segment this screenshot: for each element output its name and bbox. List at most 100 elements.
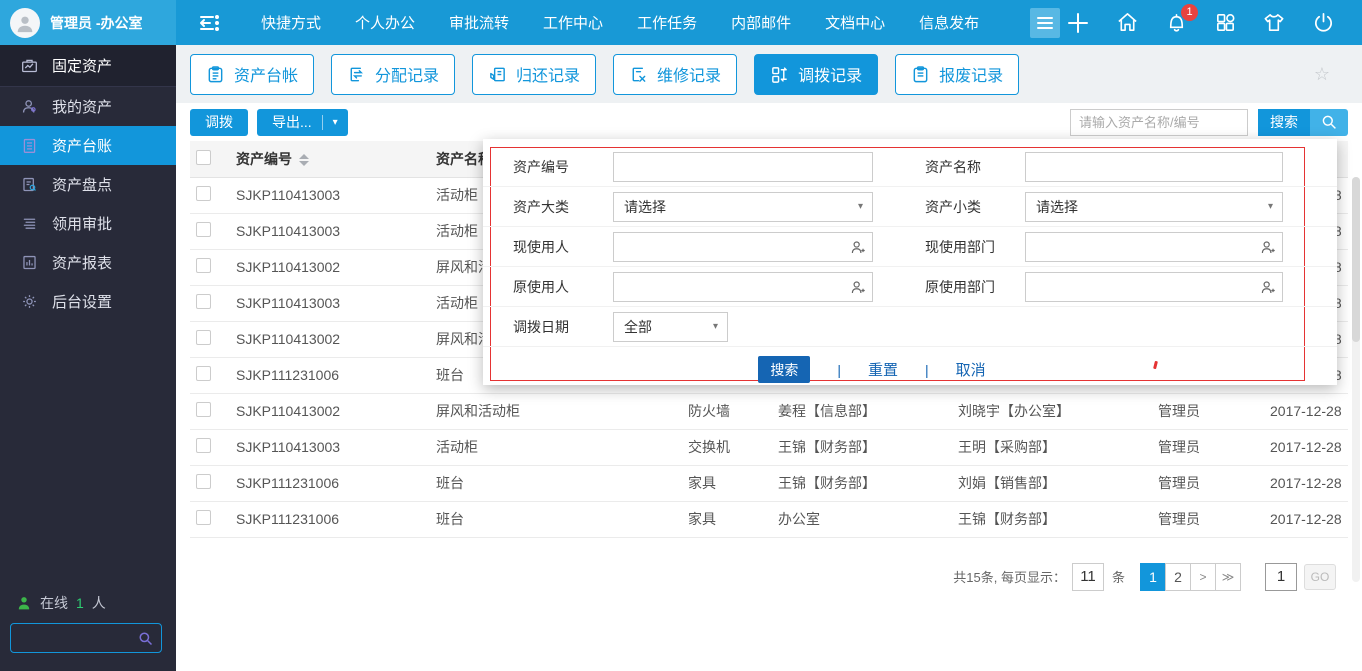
minor-category-select[interactable]: 请选择 ▾: [1025, 192, 1283, 222]
sidebar-search-input[interactable]: [11, 631, 138, 646]
transfer-button[interactable]: 调拨: [190, 109, 248, 136]
tab-label: 归还记录: [516, 62, 580, 86]
panel-cancel-button[interactable]: 取消: [956, 359, 986, 380]
menu-item-info-publish[interactable]: 信息发布: [902, 0, 996, 45]
notification-badge: 1: [1181, 4, 1198, 21]
add-person-icon[interactable]: [1259, 279, 1276, 296]
tab-transfer-records[interactable]: 调拨记录: [754, 54, 878, 95]
sidebar-item-fixed-assets[interactable]: 固定资产: [0, 45, 176, 87]
menu-item-shortcuts[interactable]: 快捷方式: [244, 0, 338, 45]
asset-search-input[interactable]: [1070, 109, 1248, 136]
row-checkbox[interactable]: [196, 402, 211, 417]
scrap-tab-icon: [911, 65, 930, 84]
current-dept-input[interactable]: [1026, 233, 1282, 261]
table-row[interactable]: SJKP111231006班台家具 王锦【财务部】刘娟【销售部】管理员2017-…: [190, 465, 1348, 501]
panel-buttons: 搜索 | 重置 | 取消: [445, 347, 1299, 392]
sidebar-search-icon[interactable]: [138, 631, 153, 646]
tab-scrap-records[interactable]: 报废记录: [895, 54, 1019, 95]
add-person-icon[interactable]: [849, 279, 866, 296]
asset-inventory-icon: [20, 176, 38, 194]
menu-item-document-center[interactable]: 文档中心: [808, 0, 902, 45]
original-dept-input[interactable]: [1026, 273, 1282, 301]
sidebar-item-label: 资产报表: [52, 252, 112, 273]
tab-repair-records[interactable]: 维修记录: [613, 54, 737, 95]
menu-item-internal-mail[interactable]: 内部邮件: [714, 0, 808, 45]
transfer-date-value: 全部: [614, 317, 652, 337]
allocation-tab-icon: [347, 65, 366, 84]
more-menu-button[interactable]: [1030, 8, 1060, 38]
major-category-select[interactable]: 请选择 ▾: [613, 192, 873, 222]
sidebar-item-backend-settings[interactable]: 后台设置: [0, 282, 176, 321]
go-button[interactable]: GO: [1304, 564, 1336, 590]
row-checkbox[interactable]: [196, 186, 211, 201]
current-user-label: 现使用人: [513, 237, 613, 257]
row-checkbox[interactable]: [196, 366, 211, 381]
sidebar-collapse-icon[interactable]: [196, 13, 222, 33]
power-logout-icon[interactable]: [1310, 10, 1336, 36]
button-separator: |: [925, 362, 929, 378]
row-checkbox[interactable]: [196, 258, 211, 273]
my-assets-icon: [20, 98, 38, 116]
tab-asset-ledger[interactable]: 资产台帐: [190, 54, 314, 95]
sort-icon[interactable]: [299, 154, 309, 166]
asset-reports-icon: [20, 254, 38, 272]
next-page-button[interactable]: >: [1190, 563, 1216, 591]
menu-item-approval-flow[interactable]: 审批流转: [432, 0, 526, 45]
favorite-star-icon[interactable]: ☆: [1314, 64, 1330, 85]
sidebar-item-label: 后台设置: [52, 291, 112, 312]
menu-item-personal-office[interactable]: 个人办公: [338, 0, 432, 45]
table-row[interactable]: SJKP110413003活动柜交换机 王锦【财务部】王明【采购部】管理员201…: [190, 429, 1348, 465]
theme-shirt-icon[interactable]: [1261, 10, 1287, 36]
row-checkbox[interactable]: [196, 294, 211, 309]
original-dept-label: 原使用部门: [925, 277, 1025, 297]
row-checkbox[interactable]: [196, 330, 211, 345]
sidebar-item-my-assets[interactable]: 我的资产: [0, 87, 176, 126]
table-row[interactable]: SJKP110413002屏风和活动柜防火墙 姜程【信息部】刘晓宇【办公室】管理…: [190, 393, 1348, 429]
apps-grid-icon[interactable]: [1212, 10, 1238, 36]
panel-reset-button[interactable]: 重置: [868, 359, 898, 380]
row-checkbox[interactable]: [196, 222, 211, 237]
menu-item-work-center[interactable]: 工作中心: [526, 0, 620, 45]
original-user-input[interactable]: [614, 273, 872, 301]
sidebar-item-asset-inventory[interactable]: 资产盘点: [0, 165, 176, 204]
add-icon[interactable]: [1065, 10, 1091, 36]
transfer-date-select[interactable]: 全部 ▾: [613, 312, 728, 342]
page-size-box[interactable]: 11: [1072, 563, 1104, 591]
asset-ledger-icon: [20, 137, 38, 155]
table-row[interactable]: SJKP111231006班台家具 办公室王锦【财务部】管理员2017-12-2…: [190, 501, 1348, 537]
asset-code-input[interactable]: [614, 153, 872, 181]
add-person-icon[interactable]: [1259, 239, 1276, 256]
row-checkbox[interactable]: [196, 510, 211, 525]
page-2-button[interactable]: 2: [1165, 563, 1191, 591]
menu-item-work-tasks[interactable]: 工作任务: [620, 0, 714, 45]
tab-return-records[interactable]: 归还记录: [472, 54, 596, 95]
export-button[interactable]: 导出... ▾: [257, 109, 348, 136]
col-header-asset-code[interactable]: 资产编号: [230, 141, 430, 177]
tab-allocation-records[interactable]: 分配记录: [331, 54, 455, 95]
scrollbar-thumb[interactable]: [1352, 177, 1360, 342]
toolbar-search-button[interactable]: 搜索: [1258, 109, 1310, 136]
asset-name-input[interactable]: [1026, 153, 1282, 181]
current-user-input[interactable]: [614, 233, 872, 261]
sidebar-item-requisition-approval[interactable]: 领用审批: [0, 204, 176, 243]
panel-row-date: 调拨日期 全部 ▾: [483, 307, 1337, 347]
panel-search-button[interactable]: 搜索: [758, 356, 810, 383]
page-1-button[interactable]: 1: [1140, 563, 1166, 591]
user-brand[interactable]: 管理员 -办公室: [0, 0, 176, 45]
table-scrollbar[interactable]: [1352, 177, 1360, 582]
panel-row-current: 现使用人 现使用部门: [483, 227, 1337, 267]
sidebar-item-asset-ledger[interactable]: 资产台账: [0, 126, 176, 165]
row-checkbox[interactable]: [196, 438, 211, 453]
home-icon[interactable]: [1114, 10, 1140, 36]
add-person-icon[interactable]: [849, 239, 866, 256]
sidebar-item-asset-reports[interactable]: 资产报表: [0, 243, 176, 282]
toolbar-search-icon[interactable]: [1310, 109, 1348, 136]
select-all-checkbox[interactable]: [196, 150, 211, 165]
last-page-button[interactable]: ≫: [1215, 563, 1241, 591]
caret-down-icon: ▾: [1268, 201, 1273, 212]
row-checkbox[interactable]: [196, 474, 211, 489]
goto-page-input[interactable]: [1265, 563, 1297, 591]
repair-tab-icon: [629, 65, 648, 84]
notifications-bell-icon[interactable]: 1: [1163, 10, 1189, 36]
caret-down-icon: ▾: [713, 321, 718, 332]
